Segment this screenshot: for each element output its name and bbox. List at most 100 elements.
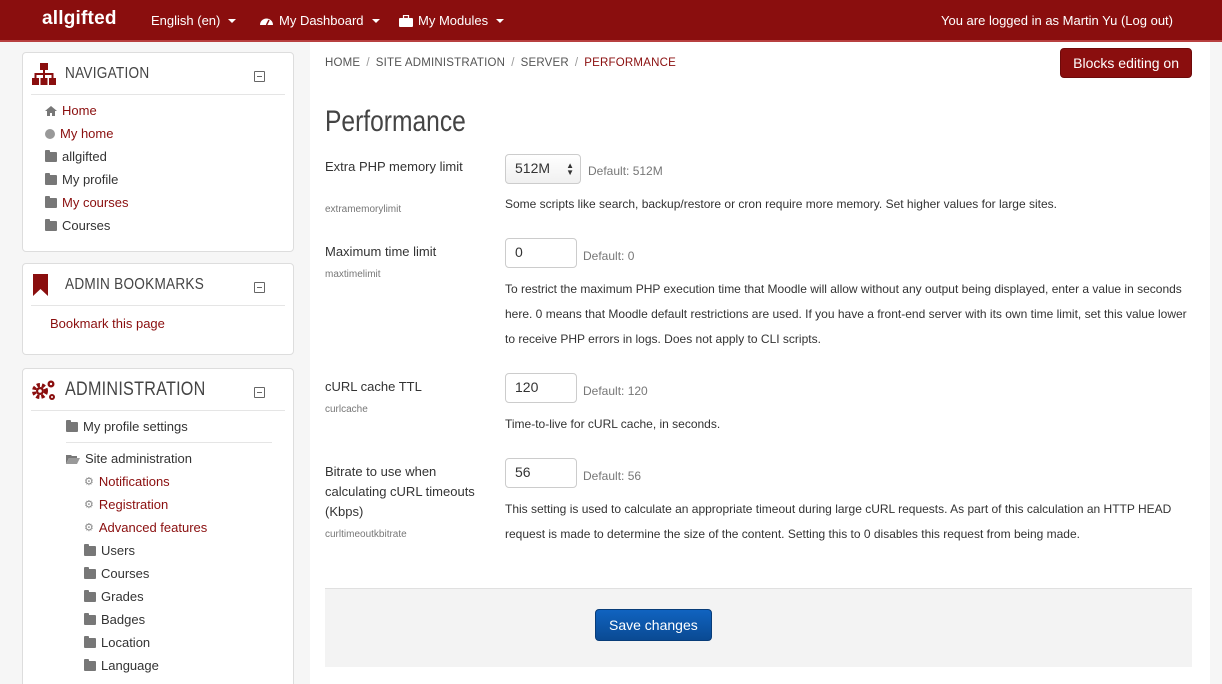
admin-item-label: Users — [101, 543, 135, 558]
nav-item-my-profile[interactable]: My profile — [45, 172, 118, 187]
admin-item-badges[interactable]: Badges — [84, 612, 145, 627]
curlcache-input[interactable]: 120 — [505, 373, 577, 403]
modules-label: My Modules — [418, 13, 489, 28]
folder-icon — [45, 195, 57, 208]
admin-item-courses[interactable]: Courses — [84, 566, 149, 581]
breadcrumb-site-administration[interactable]: SITE ADMINISTRATION — [376, 57, 505, 69]
setting-key-curlcache: curlcache — [325, 404, 368, 415]
breadcrumb-separator: / — [574, 57, 579, 69]
nav-item-label: My home — [60, 126, 114, 141]
desc-curlcache: Time-to-live for cURL cache, in seconds. — [505, 417, 721, 431]
bookmarks-block-header: ADMIN BOOKMARKS — [31, 264, 285, 306]
folder-icon — [45, 218, 57, 231]
admin-item-users[interactable]: Users — [84, 543, 135, 558]
nav-item-label: Home — [62, 103, 97, 118]
language-label: English ‎(en)‎ — [151, 13, 221, 28]
language-menu[interactable]: English ‎(en)‎ — [151, 13, 237, 28]
admin-item-language[interactable]: Language — [84, 658, 159, 673]
select-value: 512M — [515, 160, 551, 176]
nav-item-allgifted[interactable]: allgifted — [45, 149, 107, 164]
nav-item-label: My courses — [62, 195, 129, 210]
sitemap-icon — [32, 63, 56, 85]
breadcrumb: HOME / SITE ADMINISTRATION / SERVER / PERFORMA… — [325, 57, 676, 69]
folder-open-icon — [66, 454, 80, 464]
admin-item-label: Location — [101, 635, 151, 650]
admin-item-profile-settings[interactable]: My profile settings — [66, 419, 188, 434]
dashboard-icon — [260, 18, 273, 25]
select-arrows-icon: ▲ ▼ — [566, 161, 574, 177]
collapse-icon[interactable] — [254, 71, 265, 82]
breadcrumb-separator: / — [366, 57, 370, 69]
folder-icon — [84, 566, 96, 579]
breadcrumb-separator: / — [511, 57, 515, 69]
nav-item-label: allgifted — [62, 149, 107, 164]
admin-item-site-administration[interactable]: Site administration — [66, 451, 192, 466]
nav-item-label: Courses — [62, 218, 111, 233]
maxtimelimit-input[interactable]: 0 — [505, 238, 577, 268]
folder-icon — [84, 612, 96, 625]
admin-item-label: Notifications — [98, 474, 170, 489]
admin-item-grades[interactable]: Grades — [84, 589, 144, 604]
bookmarks-title: ADMIN BOOKMARKS — [65, 276, 205, 293]
cog-icon: ⚙ — [84, 476, 94, 488]
nav-item-label: My profile — [62, 172, 119, 187]
setting-label-extramemorylimit: Extra PHP memory limit — [325, 159, 463, 174]
admin-item-label: Site administration — [85, 451, 192, 466]
site-brand[interactable]: allgifted — [42, 8, 117, 30]
dashboard-menu[interactable]: My Dashboard — [259, 13, 380, 28]
modules-menu[interactable]: My Modules — [399, 13, 505, 28]
bookmark-this-page-link[interactable]: Bookmark this page — [50, 316, 165, 331]
admin-item-label: Language — [101, 658, 159, 673]
bookmark-icon — [33, 274, 48, 296]
admin-item-notifications[interactable]: ⚙ Notifications — [84, 474, 170, 489]
setting-label-maxtimelimit: Maximum time limit — [325, 244, 437, 259]
admin-item-label: Advanced features — [98, 520, 208, 535]
collapse-icon[interactable] — [254, 282, 265, 293]
folder-icon — [84, 543, 96, 556]
admin-item-advanced-features[interactable]: ⚙ Advanced features — [84, 520, 207, 535]
cog-icon: ⚙ — [84, 499, 94, 511]
briefcase-icon — [399, 14, 413, 27]
chevron-down-icon — [228, 18, 237, 23]
admin-item-label: Badges — [101, 612, 146, 627]
nav-item-my-home[interactable]: My home — [45, 126, 113, 141]
login-info[interactable]: You are logged in as Martin Yu (Log out) — [941, 13, 1173, 28]
default-maxtimelimit: Default: 0 — [583, 249, 635, 263]
admin-bookmarks-block: ADMIN BOOKMARKS Bookmark this page — [22, 263, 294, 355]
admin-item-registration[interactable]: ⚙ Registration — [84, 497, 168, 512]
folder-icon — [84, 589, 96, 602]
gears-icon — [32, 380, 55, 400]
blocks-editing-button[interactable]: Blocks editing on — [1060, 48, 1192, 78]
folder-icon — [66, 419, 78, 432]
curltimeoutkbitrate-input[interactable]: 56 — [505, 458, 577, 488]
bullet-icon — [45, 128, 55, 139]
setting-key-maxtimelimit: maxtimelimit — [325, 269, 381, 280]
breadcrumb-home[interactable]: HOME — [325, 57, 360, 69]
administration-block-header: ADMINISTRATION — [31, 369, 285, 411]
extramemorylimit-select[interactable]: 512M ▲ ▼ — [505, 154, 581, 184]
collapse-icon[interactable] — [254, 387, 265, 398]
chevron-down-icon — [371, 18, 380, 23]
admin-item-location[interactable]: Location — [84, 635, 150, 650]
home-icon — [45, 105, 57, 116]
admin-item-label: Courses — [101, 566, 150, 581]
top-navbar: allgifted English ‎(en)‎ My Dashboard My… — [0, 0, 1222, 42]
nav-item-courses[interactable]: Courses — [45, 218, 110, 233]
breadcrumb-server[interactable]: SERVER — [521, 57, 569, 69]
divider — [66, 442, 272, 443]
save-changes-button[interactable]: Save changes — [595, 609, 712, 641]
page-title: Performance — [325, 105, 466, 138]
setting-key-curltimeoutkbitrate: curltimeoutkbitrate — [325, 529, 407, 540]
folder-icon — [45, 172, 57, 185]
setting-label-curlcache: cURL cache TTL — [325, 379, 422, 394]
cog-icon: ⚙ — [84, 522, 94, 534]
form-footer: Save changes — [325, 588, 1192, 667]
breadcrumb-performance[interactable]: PERFORMANCE — [584, 57, 676, 69]
desc-maxtimelimit: To restrict the maximum PHP execution ti… — [505, 282, 1187, 346]
desc-extramemorylimit: Some scripts like search, backup/restore… — [505, 197, 1057, 211]
navigation-block: NAVIGATION Home My home allgifted My pro… — [22, 52, 294, 252]
administration-block: ADMINISTRATION My profile settings Site … — [22, 368, 294, 684]
default-curlcache: Default: 120 — [583, 384, 648, 398]
nav-item-home[interactable]: Home — [45, 103, 97, 118]
nav-item-my-courses[interactable]: My courses — [45, 195, 128, 210]
